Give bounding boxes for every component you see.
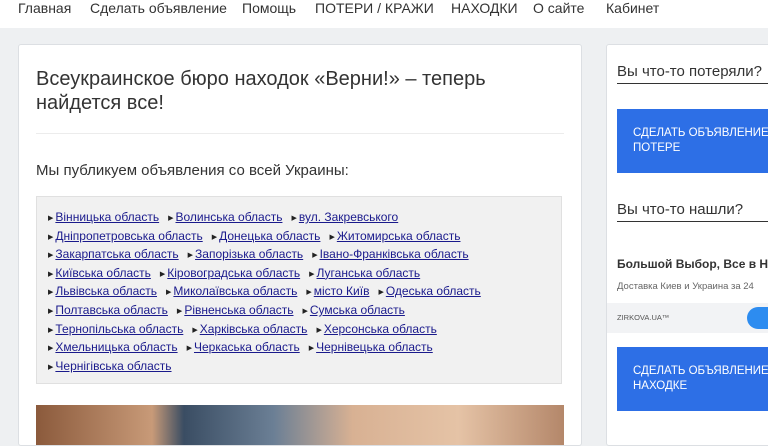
region-label: місто Київ <box>313 284 370 299</box>
region-label: Тернопільська область <box>55 321 184 336</box>
region-label: вул. Закревського <box>298 210 399 224</box>
regions-list: ▶ Вінницька область ▶ Волинська область ▶ вул… <box>36 196 562 384</box>
caret-right-icon: ▶ <box>168 215 174 222</box>
nav-create-ad[interactable]: Сделать объявление <box>90 0 227 16</box>
region-label: Житомирська область <box>336 228 461 243</box>
region-link[interactable]: ▶ Миколаївська область <box>166 284 297 298</box>
region-label: Рівненська область <box>184 302 294 317</box>
main-content-card: Всеукраинское бюро находок «Верни!» – те… <box>18 44 582 446</box>
caret-right-icon: ▶ <box>48 252 54 260</box>
regions-row: ▶ Полтавська область ▶ Рівненська область ▶ С… <box>48 301 561 320</box>
region-link[interactable]: ▶ Черкаська область <box>187 340 300 354</box>
region-link[interactable]: ▶ Вінницька область <box>48 210 159 224</box>
nav-cabinet[interactable]: Кабинет <box>606 0 659 16</box>
regions-intro: Мы публикуем объявления со всей Украины: <box>36 162 349 179</box>
region-label: Донецька область <box>219 228 321 243</box>
region-label: Кіровоградська область <box>167 265 301 280</box>
caret-right-icon: ▶ <box>302 307 308 315</box>
region-label: Київська область <box>55 265 151 280</box>
regions-row: ▶ Дніпропетровська область ▶ Донецька облас… <box>48 227 561 246</box>
region-link[interactable]: ▶ Херсонська область <box>316 322 436 336</box>
regions-row: ▶ Хмельницька область ▶ Черкаська область ▶ Ч… <box>48 338 561 357</box>
region-link[interactable]: ▶ Житомирська область <box>329 229 460 243</box>
region-label: Закарпатська область <box>55 247 179 262</box>
region-link[interactable]: ▶ місто Київ <box>306 284 369 298</box>
regions-row: ▶ Вінницька область ▶ Волинська область ▶ вул… <box>48 208 561 227</box>
region-link[interactable]: ▶ вул. Закревського <box>291 210 398 224</box>
region-link[interactable]: ▶ Сумська область <box>303 303 405 317</box>
nav-finds[interactable]: НАХОДКИ <box>451 0 518 16</box>
region-link[interactable]: ▶ Чернівецька область <box>309 340 433 354</box>
region-link[interactable]: ▶ Кіровоградська область <box>160 266 300 280</box>
region-label: Чернігівська область <box>55 358 172 373</box>
region-link[interactable]: ▶ Івано-Франківська область <box>312 247 468 261</box>
region-link[interactable]: ▶ Тернопільська область <box>48 322 183 336</box>
caret-right-icon: ▶ <box>308 345 315 353</box>
region-label: Дніпропетровська область <box>55 228 203 243</box>
caret-right-icon: ▶ <box>48 307 54 315</box>
top-navigation: Главная Сделать объявление Помощь ПОТЕРИ… <box>0 0 768 28</box>
region-label: Черкаська область <box>193 340 300 355</box>
regions-row: ▶ Чернігівська область <box>48 357 561 376</box>
region-label: Волинська область <box>175 210 283 224</box>
caret-right-icon: ▶ <box>48 345 54 353</box>
regions-row: ▶ Львівська область ▶ Миколаївська область ▶… <box>48 282 561 301</box>
region-label: Луганська область <box>316 265 421 280</box>
region-link[interactable]: ▶ Полтавська область <box>48 303 168 317</box>
region-link[interactable]: ▶ Дніпропетровська область <box>48 229 203 243</box>
regions-row: ▶ Тернопільська область ▶ Харківська област… <box>48 320 561 339</box>
region-label: Харківська область <box>199 321 308 336</box>
caret-right-icon: ▶ <box>312 252 318 260</box>
region-link[interactable]: ▶ Київська область <box>48 266 151 280</box>
lost-heading-underline <box>617 83 768 84</box>
report-lost-button[interactable]: СДЕЛАТЬ ОБЪЯВЛЕНИЕ О ПОТЕРЕ <box>617 109 768 173</box>
caret-right-icon: ▶ <box>187 252 194 260</box>
region-label: Хмельницька область <box>55 340 178 355</box>
region-link[interactable]: ▶ Чернігівська область <box>48 359 172 373</box>
lost-heading: Вы что-то потеряли? <box>617 63 762 80</box>
region-label: Чернівецька область <box>316 340 433 355</box>
region-label: Івано-Франківська область <box>319 247 469 262</box>
region-link[interactable]: ▶ Рівненська область <box>177 303 294 317</box>
region-link[interactable]: ▶ Харківська область <box>192 322 307 336</box>
region-link[interactable]: ▶ Хмельницька область <box>48 340 178 354</box>
nav-help[interactable]: Помощь <box>242 0 296 16</box>
region-label: Львівська область <box>55 284 158 299</box>
caret-right-icon: ▶ <box>48 215 54 222</box>
regions-row: ▶ Київська область ▶ Кіровоградська область… <box>48 264 561 283</box>
region-link[interactable]: ▶ Луганська область <box>309 266 420 280</box>
caret-right-icon: ▶ <box>186 345 192 353</box>
region-link[interactable]: ▶ Запорізька область <box>188 247 304 261</box>
found-heading-underline <box>617 221 768 222</box>
ad-open-button[interactable] <box>747 307 768 329</box>
region-label: Сумська область <box>309 302 405 317</box>
region-label: Херсонська область <box>323 321 437 336</box>
ad-subtitle: Доставка Киев и Украина за 24 <box>617 281 754 292</box>
ad-brand: ZIRKOVA.UA™ <box>617 313 670 322</box>
page-title: Всеукраинское бюро находок «Верни!» – те… <box>36 68 486 114</box>
hero-photo <box>36 405 564 445</box>
nav-home[interactable]: Главная <box>18 0 71 16</box>
report-found-button[interactable]: СДЕЛАТЬ ОБЪЯВЛЕНИЕ О НАХОДКЕ <box>617 347 768 411</box>
region-link[interactable]: ▶ Одеська область <box>378 284 480 298</box>
region-link[interactable]: ▶ Закарпатська область <box>48 247 179 261</box>
title-divider <box>36 133 564 134</box>
nav-losses[interactable]: ПОТЕРИ / КРАЖИ <box>315 0 434 16</box>
caret-right-icon: ▶ <box>291 215 297 222</box>
regions-row: ▶ Закарпатська область ▶ Запорізька область… <box>48 245 561 264</box>
nav-about[interactable]: О сайте <box>533 0 584 16</box>
region-link[interactable]: ▶ Донецька область <box>212 229 321 243</box>
region-label: Полтавська область <box>55 302 168 317</box>
ad-title[interactable]: Большой Выбор, Все в Н <box>617 257 768 271</box>
caret-right-icon: ▶ <box>176 307 183 315</box>
region-label: Одеська область <box>385 284 481 299</box>
region-link[interactable]: ▶ Львівська область <box>48 284 157 298</box>
caret-right-icon: ▶ <box>48 363 54 371</box>
found-heading: Вы что-то нашли? <box>617 201 744 218</box>
region-label: Миколаївська область <box>173 284 298 299</box>
sidebar: Вы что-то потеряли? СДЕЛАТЬ ОБЪЯВЛЕНИЕ О… <box>606 44 768 446</box>
region-link[interactable]: ▶ Волинська область <box>168 210 282 224</box>
region-label: Запорізька область <box>195 247 304 262</box>
region-label: Вінницька область <box>55 210 160 224</box>
